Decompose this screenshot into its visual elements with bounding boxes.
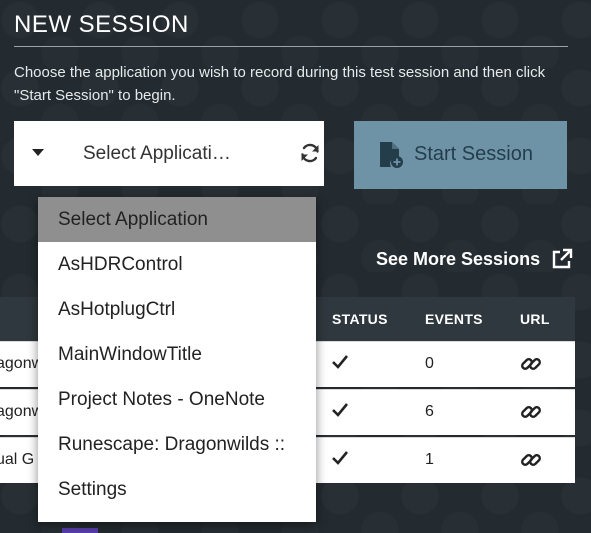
events-cell: 1 — [425, 451, 434, 468]
dropdown-option[interactable]: Runescape: Dragonwilds :: — [38, 422, 316, 467]
dropdown-option[interactable]: AsHDRControl — [38, 242, 316, 287]
url-column-header: URL — [520, 311, 550, 327]
checkmark-icon — [332, 451, 349, 465]
application-select[interactable]: Select Applicati… — [14, 121, 324, 186]
checkmark-icon — [332, 403, 349, 417]
application-select-value: Select Applicati… — [83, 143, 231, 164]
caret-down-icon — [32, 149, 44, 156]
checkmark-icon — [332, 355, 349, 369]
events-cell: 0 — [425, 355, 434, 372]
dropdown-option[interactable]: Project Notes - OneNote — [38, 377, 316, 422]
start-session-label: Start Session — [414, 143, 533, 165]
dropdown-option[interactable]: Select Application — [38, 197, 316, 242]
events-column-header: EVENTS — [425, 311, 483, 327]
file-add-icon — [380, 142, 403, 168]
events-cell: 6 — [425, 403, 434, 420]
purple-element-edge — [62, 528, 98, 533]
dropdown-option[interactable]: MainWindowTitle — [38, 332, 316, 377]
status-column-header: STATUS — [332, 311, 388, 327]
link-icon[interactable] — [520, 353, 542, 375]
session-name-cell: agonw — [0, 355, 44, 372]
link-icon[interactable] — [520, 449, 542, 471]
dropdown-option[interactable]: AsHotplugCtrl — [38, 287, 316, 332]
see-more-sessions-link[interactable]: See More Sessions — [376, 249, 540, 270]
dropdown-option[interactable]: Settings — [38, 467, 316, 512]
external-link-icon[interactable] — [551, 248, 573, 270]
session-name-cell: agonw — [0, 403, 44, 420]
session-name-cell: ual G — [0, 451, 35, 468]
start-session-button[interactable]: Start Session — [354, 121, 567, 189]
application-dropdown-list: Select Application AsHDRControl AsHotplu… — [38, 197, 316, 522]
page-title: NEW SESSION — [14, 11, 189, 38]
title-divider — [14, 46, 568, 47]
link-icon[interactable] — [520, 401, 542, 423]
refresh-icon[interactable] — [298, 141, 322, 165]
session-instructions: Choose the application you wish to recor… — [14, 64, 546, 104]
